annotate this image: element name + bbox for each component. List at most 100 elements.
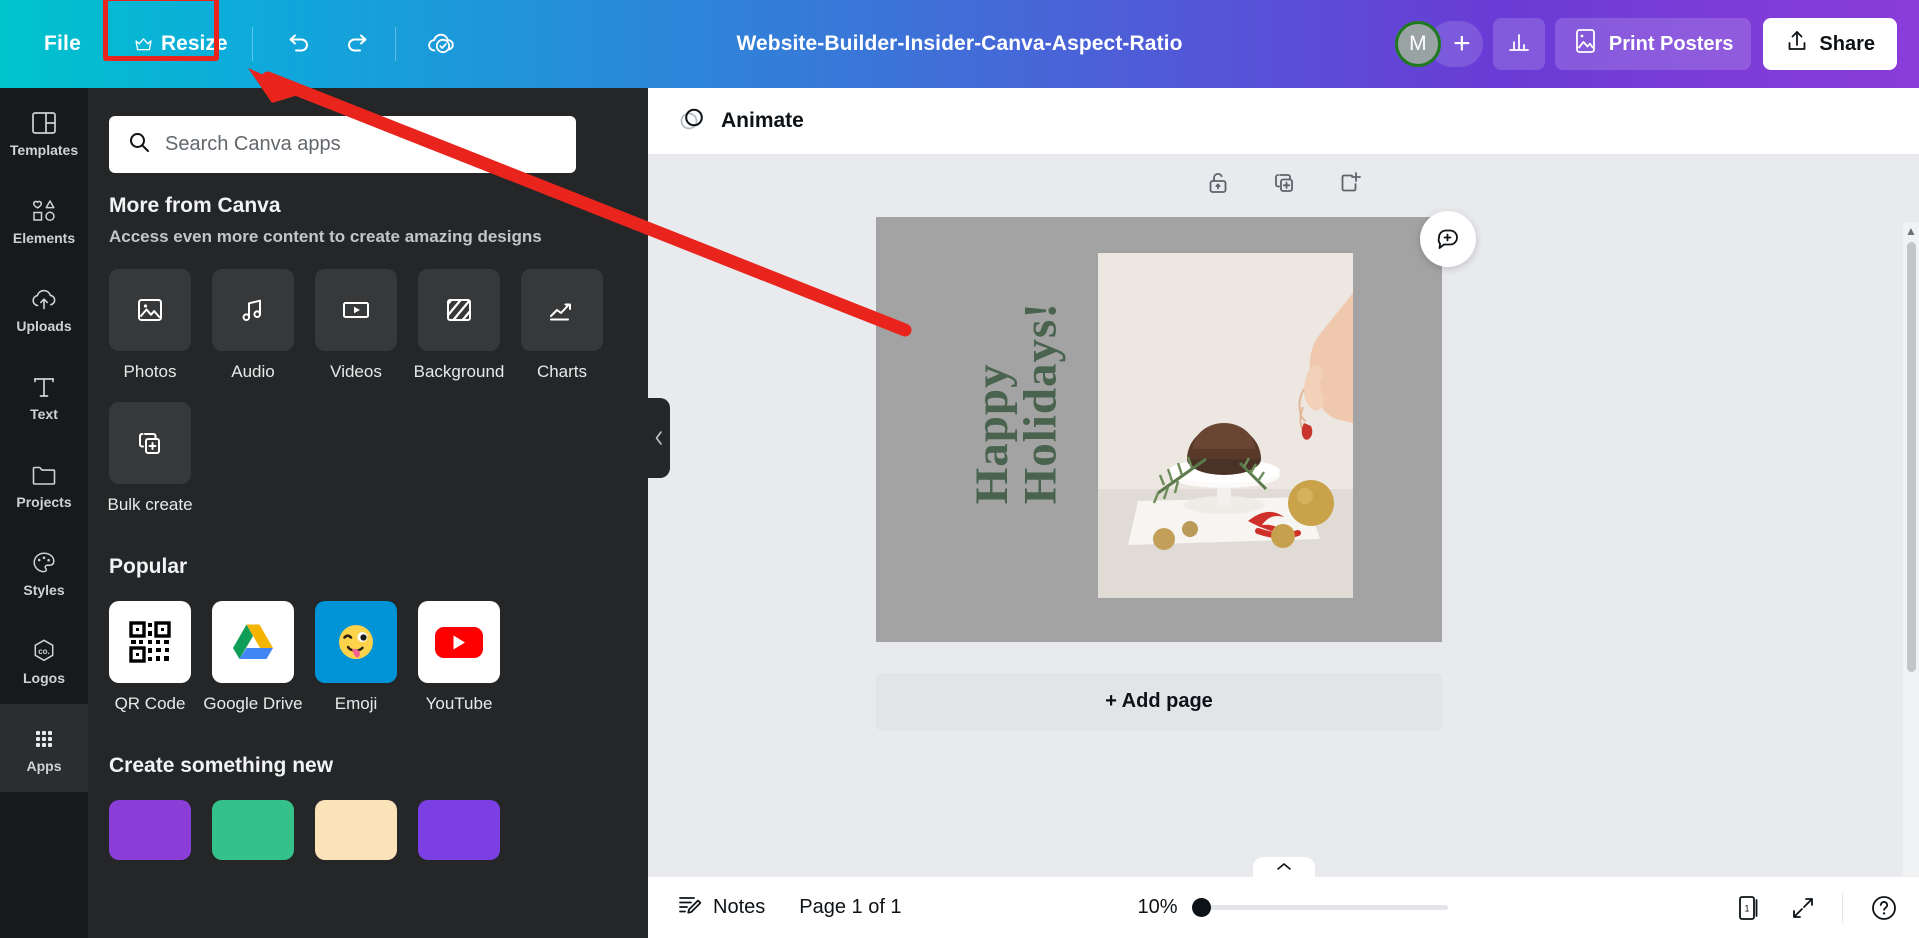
resize-button-label: Resize bbox=[161, 32, 228, 56]
bottom-status-bar: Notes Page 1 of 1 10% 1 bbox=[648, 876, 1919, 938]
svg-text:co.: co. bbox=[38, 646, 50, 655]
app-tile-label: Videos bbox=[330, 362, 382, 382]
design-page[interactable]: Happy Holidays! bbox=[876, 217, 1442, 642]
app-tile-background[interactable]: Background bbox=[418, 269, 500, 382]
app-tile-bulk-create[interactable]: Bulk create bbox=[109, 402, 191, 515]
expand-panel-tab[interactable] bbox=[1253, 857, 1315, 877]
sidebar-item-logos[interactable]: co. Logos bbox=[0, 616, 88, 704]
notes-icon bbox=[676, 892, 702, 923]
app-tile-grid: QR Code Google Drive bbox=[109, 601, 627, 714]
app-tile-audio[interactable]: Audio bbox=[212, 269, 294, 382]
music-note-icon bbox=[212, 269, 294, 351]
palette-icon bbox=[29, 548, 59, 578]
redo-icon[interactable] bbox=[335, 21, 381, 67]
search-input[interactable] bbox=[165, 133, 545, 156]
design-title[interactable]: Website-Builder-Insider-Canva-Aspect-Rat… bbox=[736, 32, 1182, 56]
canvas-area: Animate Happy Holidays! bbox=[648, 88, 1919, 938]
design-headline[interactable]: Happy Holidays! bbox=[968, 302, 1065, 504]
avatar[interactable]: M bbox=[1395, 21, 1441, 67]
undo-icon[interactable] bbox=[275, 21, 321, 67]
emoji-wink-icon bbox=[315, 601, 397, 683]
section-subtitle: Access even more content to create amazi… bbox=[109, 227, 627, 247]
svg-text:1: 1 bbox=[1744, 903, 1749, 913]
notes-button[interactable]: Notes bbox=[676, 892, 765, 923]
new-design-tile[interactable] bbox=[418, 800, 500, 860]
design-photo[interactable] bbox=[1098, 253, 1353, 598]
app-tile-photos[interactable]: Photos bbox=[109, 269, 191, 382]
insights-button[interactable] bbox=[1493, 18, 1545, 70]
sidebar-item-label: Uploads bbox=[16, 319, 71, 333]
new-design-tile[interactable] bbox=[109, 800, 191, 860]
sidebar-item-elements[interactable]: Elements bbox=[0, 176, 88, 264]
sidebar-item-label: Projects bbox=[16, 495, 71, 509]
add-page-button[interactable]: + Add page bbox=[876, 673, 1442, 730]
help-icon[interactable] bbox=[1869, 893, 1899, 923]
app-tile-label: Background bbox=[414, 362, 505, 382]
duplicate-page-icon[interactable] bbox=[1271, 170, 1297, 196]
sidebar-item-label: Styles bbox=[23, 583, 64, 597]
app-tile-google-drive[interactable]: Google Drive bbox=[212, 601, 294, 714]
copy-plus-icon bbox=[109, 402, 191, 484]
share-button[interactable]: Share bbox=[1763, 18, 1897, 70]
poster-image-icon bbox=[1573, 27, 1598, 61]
app-tile-videos[interactable]: Videos bbox=[315, 269, 397, 382]
new-design-tile[interactable] bbox=[212, 800, 294, 860]
app-tile-qr-code[interactable]: QR Code bbox=[109, 601, 191, 714]
resize-button-wrapper: Resize bbox=[119, 22, 244, 66]
section-title: Create something new bbox=[109, 754, 627, 778]
sidebar-item-templates[interactable]: Templates bbox=[0, 88, 88, 176]
app-tile-label: Photos bbox=[124, 362, 177, 382]
canva-editor-window: File Resize Website-Builder-Insider-Canv… bbox=[0, 0, 1919, 938]
print-posters-button[interactable]: Print Posters bbox=[1555, 18, 1751, 70]
logo-hexagon-icon: co. bbox=[29, 636, 59, 666]
design-workspace[interactable]: Happy Holidays! bbox=[648, 155, 1919, 938]
vertical-scrollbar[interactable]: ▲ ▼ bbox=[1903, 222, 1919, 938]
app-tile-grid: Photos Audio Videos bbox=[109, 269, 627, 515]
app-tile-label: Audio bbox=[231, 362, 274, 382]
zoom-controls: 10% bbox=[1120, 896, 1448, 919]
new-design-tile[interactable] bbox=[315, 800, 397, 860]
app-tile-emoji[interactable]: Emoji bbox=[315, 601, 397, 714]
sidebar-item-styles[interactable]: Styles bbox=[0, 528, 88, 616]
sidebar-item-label: Apps bbox=[27, 759, 62, 773]
sidebar-item-apps[interactable]: Apps bbox=[0, 704, 88, 792]
video-play-icon bbox=[315, 269, 397, 351]
upload-icon bbox=[1785, 28, 1809, 60]
app-tile-label: Google Drive bbox=[203, 694, 302, 714]
app-tile-label: Emoji bbox=[335, 694, 378, 714]
panel-collapse-button[interactable] bbox=[648, 398, 670, 478]
resize-button[interactable]: Resize bbox=[119, 22, 244, 66]
top-header-bar: File Resize Website-Builder-Insider-Canv… bbox=[0, 0, 1919, 88]
elements-icon bbox=[29, 196, 59, 226]
comment-add-icon[interactable] bbox=[1420, 211, 1476, 267]
sidebar-item-uploads[interactable]: Uploads bbox=[0, 264, 88, 352]
file-menu-button[interactable]: File bbox=[30, 23, 95, 65]
cloud-check-icon[interactable] bbox=[418, 21, 464, 67]
vertical-scroll-thumb[interactable] bbox=[1907, 242, 1916, 672]
headline-line-1: Happy bbox=[966, 363, 1018, 504]
crown-icon bbox=[135, 38, 152, 51]
apps-panel: More from Canva Access even more content… bbox=[88, 88, 648, 938]
youtube-icon bbox=[418, 601, 500, 683]
zoom-slider[interactable] bbox=[1194, 905, 1448, 910]
search-input-wrapper[interactable] bbox=[109, 116, 576, 173]
header-divider-2 bbox=[395, 27, 396, 61]
google-drive-icon bbox=[212, 601, 294, 683]
expand-icon[interactable] bbox=[1790, 895, 1816, 921]
lock-icon[interactable] bbox=[1205, 170, 1231, 196]
animate-label: Animate bbox=[721, 109, 804, 133]
design-toolbar: Animate bbox=[648, 88, 1919, 155]
section-more-from-canva: More from Canva Access even more content… bbox=[88, 194, 648, 515]
zoom-slider-knob[interactable] bbox=[1192, 898, 1211, 917]
headline-line-2: Holidays! bbox=[1014, 302, 1066, 504]
add-page-icon[interactable] bbox=[1337, 170, 1363, 196]
sidebar-item-text[interactable]: Text bbox=[0, 352, 88, 440]
search-icon bbox=[127, 130, 151, 159]
scroll-up-arrow-icon[interactable]: ▲ bbox=[1905, 224, 1917, 238]
page-manager-icon[interactable]: 1 bbox=[1734, 892, 1764, 924]
app-tile-youtube[interactable]: YouTube bbox=[418, 601, 500, 714]
cloud-upload-icon bbox=[29, 284, 59, 314]
sidebar-item-projects[interactable]: Projects bbox=[0, 440, 88, 528]
animate-button[interactable]: Animate bbox=[669, 98, 812, 145]
app-tile-charts[interactable]: Charts bbox=[521, 269, 603, 382]
